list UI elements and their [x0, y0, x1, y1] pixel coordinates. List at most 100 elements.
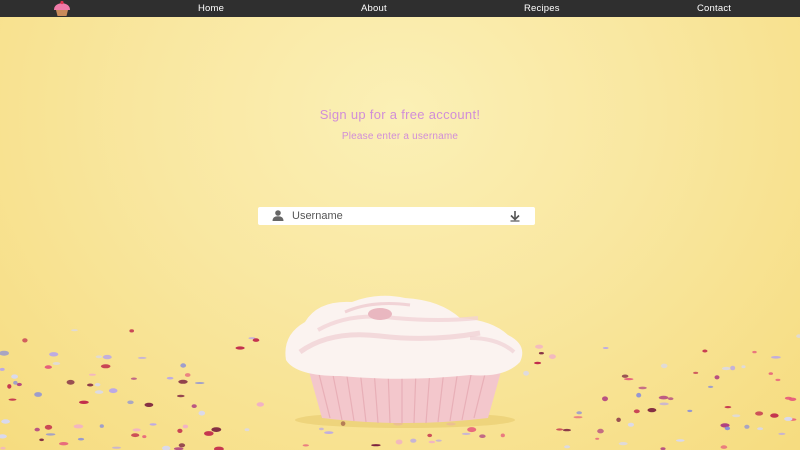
- confetti-piece: [500, 433, 505, 438]
- confetti-piece: [755, 411, 764, 416]
- confetti-piece: [623, 378, 634, 381]
- confetti-piece: [771, 356, 781, 359]
- confetti-piece: [1, 419, 10, 424]
- confetti-piece: [94, 390, 104, 394]
- confetti-piece: [162, 445, 171, 450]
- confetti-piece: [778, 432, 786, 435]
- confetti-piece: [770, 413, 779, 418]
- confetti-piece: [633, 409, 640, 414]
- confetti-piece: [724, 426, 731, 431]
- confetti-piece: [102, 354, 112, 360]
- confetti-piece: [428, 440, 436, 444]
- confetti-piece: [39, 438, 44, 442]
- confetti-piece: [77, 437, 85, 441]
- confetti-piece: [184, 373, 191, 377]
- confetti-piece: [410, 438, 417, 443]
- confetti-piece: [7, 384, 12, 389]
- confetti-piece: [595, 437, 600, 440]
- confetti-piece: [768, 372, 773, 375]
- confetti-piece: [108, 388, 118, 394]
- confetti-piece: [49, 352, 59, 357]
- confetti-piece: [757, 427, 764, 431]
- user-icon: [272, 210, 284, 221]
- confetti-piece: [191, 404, 197, 408]
- confetti-piece: [44, 365, 52, 369]
- confetti-piece: [127, 400, 134, 405]
- confetti-piece: [137, 356, 147, 359]
- confetti-piece: [198, 410, 206, 416]
- nav-contact-link[interactable]: Contact: [697, 3, 731, 14]
- confetti-piece: [79, 400, 89, 404]
- confetti-piece: [730, 365, 736, 371]
- confetti-piece: [523, 370, 529, 376]
- confetti-piece: [693, 371, 699, 374]
- confetti-piece: [788, 397, 797, 401]
- confetti-piece: [180, 363, 187, 368]
- confetti-piece: [100, 364, 111, 369]
- confetti-piece: [564, 445, 571, 449]
- confetti-piece: [129, 329, 134, 333]
- cupcake-logo-icon[interactable]: [50, 0, 74, 17]
- confetti-piece: [178, 379, 188, 384]
- confetti-piece: [149, 423, 157, 426]
- confetti-piece: [395, 439, 403, 445]
- confetti-piece: [132, 428, 141, 432]
- confetti-piece: [22, 338, 28, 343]
- confetti-piece: [178, 443, 186, 448]
- nav-recipes-link[interactable]: Recipes: [524, 3, 560, 14]
- confetti-piece: [667, 397, 674, 401]
- confetti-piece: [618, 442, 628, 446]
- cupcake-image: [285, 295, 523, 428]
- confetti-piece: [744, 424, 750, 429]
- confetti-piece: [34, 392, 42, 397]
- username-field[interactable]: [258, 207, 535, 225]
- confetti-piece: [182, 424, 189, 429]
- confetti-piece: [732, 414, 741, 418]
- confetti-piece: [602, 396, 608, 402]
- nav-about-link[interactable]: About: [361, 3, 387, 14]
- confetti-piece: [741, 365, 746, 369]
- confetti-piece: [44, 424, 53, 430]
- signup-subtitle: Please enter a username: [341, 131, 459, 142]
- confetti-piece: [616, 417, 621, 422]
- confetti-piece: [252, 338, 260, 342]
- confetti-piece: [214, 446, 224, 450]
- confetti-piece: [324, 431, 334, 434]
- confetti-piece: [112, 446, 121, 449]
- confetti-piece: [638, 386, 647, 390]
- confetti-piece: [131, 433, 140, 438]
- confetti-piece: [435, 439, 442, 442]
- confetti-piece: [0, 434, 7, 439]
- confetti-piece: [597, 428, 604, 434]
- confetti-piece: [244, 428, 250, 432]
- confetti-piece: [775, 378, 781, 382]
- confetti-piece: [556, 428, 564, 431]
- confetti-piece: [177, 428, 183, 433]
- confetti-piece: [59, 442, 69, 446]
- nav-home-link[interactable]: Home: [198, 3, 224, 14]
- confetti-piece: [576, 411, 582, 415]
- confetti-piece: [194, 382, 205, 384]
- confetti-piece: [211, 427, 222, 432]
- confetti-piece: [177, 394, 185, 398]
- confetti-piece: [88, 373, 96, 376]
- arrow-down-icon[interactable]: [509, 210, 521, 222]
- confetti-piece: [166, 376, 174, 380]
- cupcake-confetti-photo: [0, 295, 800, 450]
- confetti-piece: [658, 395, 669, 400]
- confetti-piece: [687, 409, 693, 413]
- confetti-piece: [784, 416, 793, 421]
- confetti-piece: [707, 385, 714, 388]
- confetti-piece: [204, 431, 214, 436]
- confetti-piece: [34, 427, 40, 432]
- confetti-piece: [71, 329, 78, 332]
- confetti-piece: [724, 406, 732, 409]
- username-input[interactable]: [292, 208, 492, 224]
- confetti-piece: [73, 424, 84, 429]
- confetti-piece: [319, 427, 324, 431]
- confetti-piece: [796, 334, 800, 338]
- confetti-piece: [13, 380, 18, 385]
- confetti-piece: [0, 350, 9, 356]
- confetti-piece: [66, 379, 75, 385]
- confetti-piece: [659, 402, 669, 406]
